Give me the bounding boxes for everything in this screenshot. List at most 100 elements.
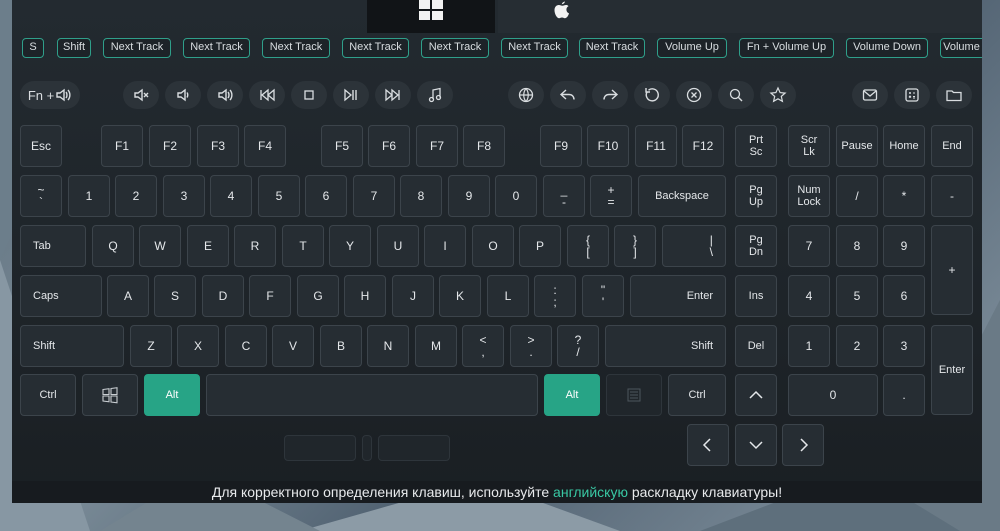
key-c[interactable]: C	[225, 325, 267, 367]
key-bracket-left[interactable]: {[	[567, 225, 609, 267]
music-button[interactable]	[417, 81, 453, 109]
macro-chip[interactable]: Next Track	[183, 38, 250, 58]
macro-chip[interactable]: Next Track	[103, 38, 171, 58]
key-numpad-5[interactable]: 5	[836, 275, 878, 317]
key-5[interactable]: 5	[258, 175, 300, 217]
key-d[interactable]: D	[202, 275, 244, 317]
key-end[interactable]: End	[931, 125, 973, 167]
key-6[interactable]: 6	[305, 175, 347, 217]
key-l[interactable]: L	[487, 275, 529, 317]
key-f3[interactable]: F3	[197, 125, 239, 167]
key-del[interactable]: Del	[735, 325, 777, 367]
key-z[interactable]: Z	[130, 325, 172, 367]
key-i[interactable]: I	[424, 225, 466, 267]
key-a[interactable]: A	[107, 275, 149, 317]
browser-refresh-button[interactable]	[634, 81, 670, 109]
key-9[interactable]: 9	[448, 175, 490, 217]
key-prtsc[interactable]: Prt Sc	[735, 125, 777, 167]
key-pause[interactable]: Pause	[836, 125, 878, 167]
browser-home-button[interactable]	[508, 81, 544, 109]
key-n[interactable]: N	[367, 325, 409, 367]
key-win[interactable]	[82, 374, 138, 416]
key-v[interactable]: V	[272, 325, 314, 367]
browser-favorites-button[interactable]	[760, 81, 796, 109]
key-w[interactable]: W	[139, 225, 181, 267]
key-numpad-7[interactable]: 7	[788, 225, 830, 267]
key-alt-left[interactable]: Alt	[144, 374, 200, 416]
key-e[interactable]: E	[187, 225, 229, 267]
browser-stop-button[interactable]	[676, 81, 712, 109]
key-7[interactable]: 7	[353, 175, 395, 217]
key-j[interactable]: J	[392, 275, 434, 317]
key-h[interactable]: H	[344, 275, 386, 317]
key-numpad-divide[interactable]: /	[836, 175, 878, 217]
key-3[interactable]: 3	[163, 175, 205, 217]
key-esc[interactable]: Esc	[20, 125, 62, 167]
key-equal[interactable]: + =	[590, 175, 632, 217]
key-t[interactable]: T	[282, 225, 324, 267]
key-numpad-0[interactable]: 0	[788, 374, 878, 416]
key-f6[interactable]: F6	[368, 125, 410, 167]
fn-volume-button[interactable]: Fn +	[20, 81, 80, 109]
key-ctrl-left[interactable]: Ctrl	[20, 374, 76, 416]
key-enter[interactable]: Enter	[630, 275, 726, 317]
key-4[interactable]: 4	[210, 175, 252, 217]
key-numpad-enter[interactable]: Enter	[931, 325, 973, 415]
key-backspace[interactable]: Backspace	[638, 175, 726, 217]
key-k[interactable]: K	[439, 275, 481, 317]
key-minus[interactable]: _ -	[543, 175, 585, 217]
calculator-button[interactable]	[894, 81, 930, 109]
key-u[interactable]: U	[377, 225, 419, 267]
key-numpad-2[interactable]: 2	[836, 325, 878, 367]
os-tab-windows[interactable]	[367, 0, 495, 33]
key-2[interactable]: 2	[115, 175, 157, 217]
key-numpad-6[interactable]: 6	[883, 275, 925, 317]
key-f10[interactable]: F10	[587, 125, 629, 167]
key-semicolon[interactable]: :;	[534, 275, 576, 317]
macro-chip[interactable]: Fn + Volume Up	[739, 38, 834, 58]
key-numpad-3[interactable]: 3	[883, 325, 925, 367]
key-alt-right[interactable]: Alt	[544, 374, 600, 416]
key-home[interactable]: Home	[883, 125, 925, 167]
key-scrlk[interactable]: Scr Lk	[788, 125, 830, 167]
key-numlock[interactable]: Num Lock	[788, 175, 830, 217]
macro-chip[interactable]: Volume Up	[657, 38, 727, 58]
macro-chip[interactable]: Next Track	[342, 38, 409, 58]
key-f1[interactable]: F1	[101, 125, 143, 167]
touchpad-left-button[interactable]	[284, 435, 356, 461]
key-pgup[interactable]: Pg Up	[735, 175, 777, 217]
key-m[interactable]: M	[415, 325, 457, 367]
key-f11[interactable]: F11	[635, 125, 677, 167]
key-f2[interactable]: F2	[149, 125, 191, 167]
key-space[interactable]	[206, 374, 538, 416]
key-backslash[interactable]: | \	[662, 225, 726, 267]
my-computer-button[interactable]	[936, 81, 972, 109]
key-r[interactable]: R	[234, 225, 276, 267]
key-ctrl-right[interactable]: Ctrl	[668, 374, 726, 416]
key-0[interactable]: 0	[495, 175, 537, 217]
key-numpad-add[interactable]: +	[931, 225, 973, 315]
key-numpad-1[interactable]: 1	[788, 325, 830, 367]
macro-chip[interactable]: Shift	[57, 38, 91, 58]
key-numpad-4[interactable]: 4	[788, 275, 830, 317]
macro-chip[interactable]: Next Track	[262, 38, 330, 58]
key-f[interactable]: F	[249, 275, 291, 317]
key-arrow-left[interactable]	[687, 424, 729, 466]
key-f12[interactable]: F12	[682, 125, 724, 167]
macro-chip[interactable]: Next Track	[421, 38, 489, 58]
key-arrow-down[interactable]	[735, 424, 777, 466]
key-q[interactable]: Q	[92, 225, 134, 267]
key-numpad-8[interactable]: 8	[836, 225, 878, 267]
key-1[interactable]: 1	[68, 175, 110, 217]
key-comma[interactable]: <,	[462, 325, 504, 367]
key-g[interactable]: G	[297, 275, 339, 317]
key-numpad-decimal[interactable]: .	[883, 374, 925, 416]
key-8[interactable]: 8	[400, 175, 442, 217]
mail-button[interactable]	[852, 81, 888, 109]
key-y[interactable]: Y	[329, 225, 371, 267]
key-shift-right[interactable]: Shift	[605, 325, 726, 367]
macro-chip[interactable]: Next Track	[579, 38, 645, 58]
key-b[interactable]: B	[320, 325, 362, 367]
browser-back-button[interactable]	[550, 81, 586, 109]
volume-down-button[interactable]	[165, 81, 201, 109]
